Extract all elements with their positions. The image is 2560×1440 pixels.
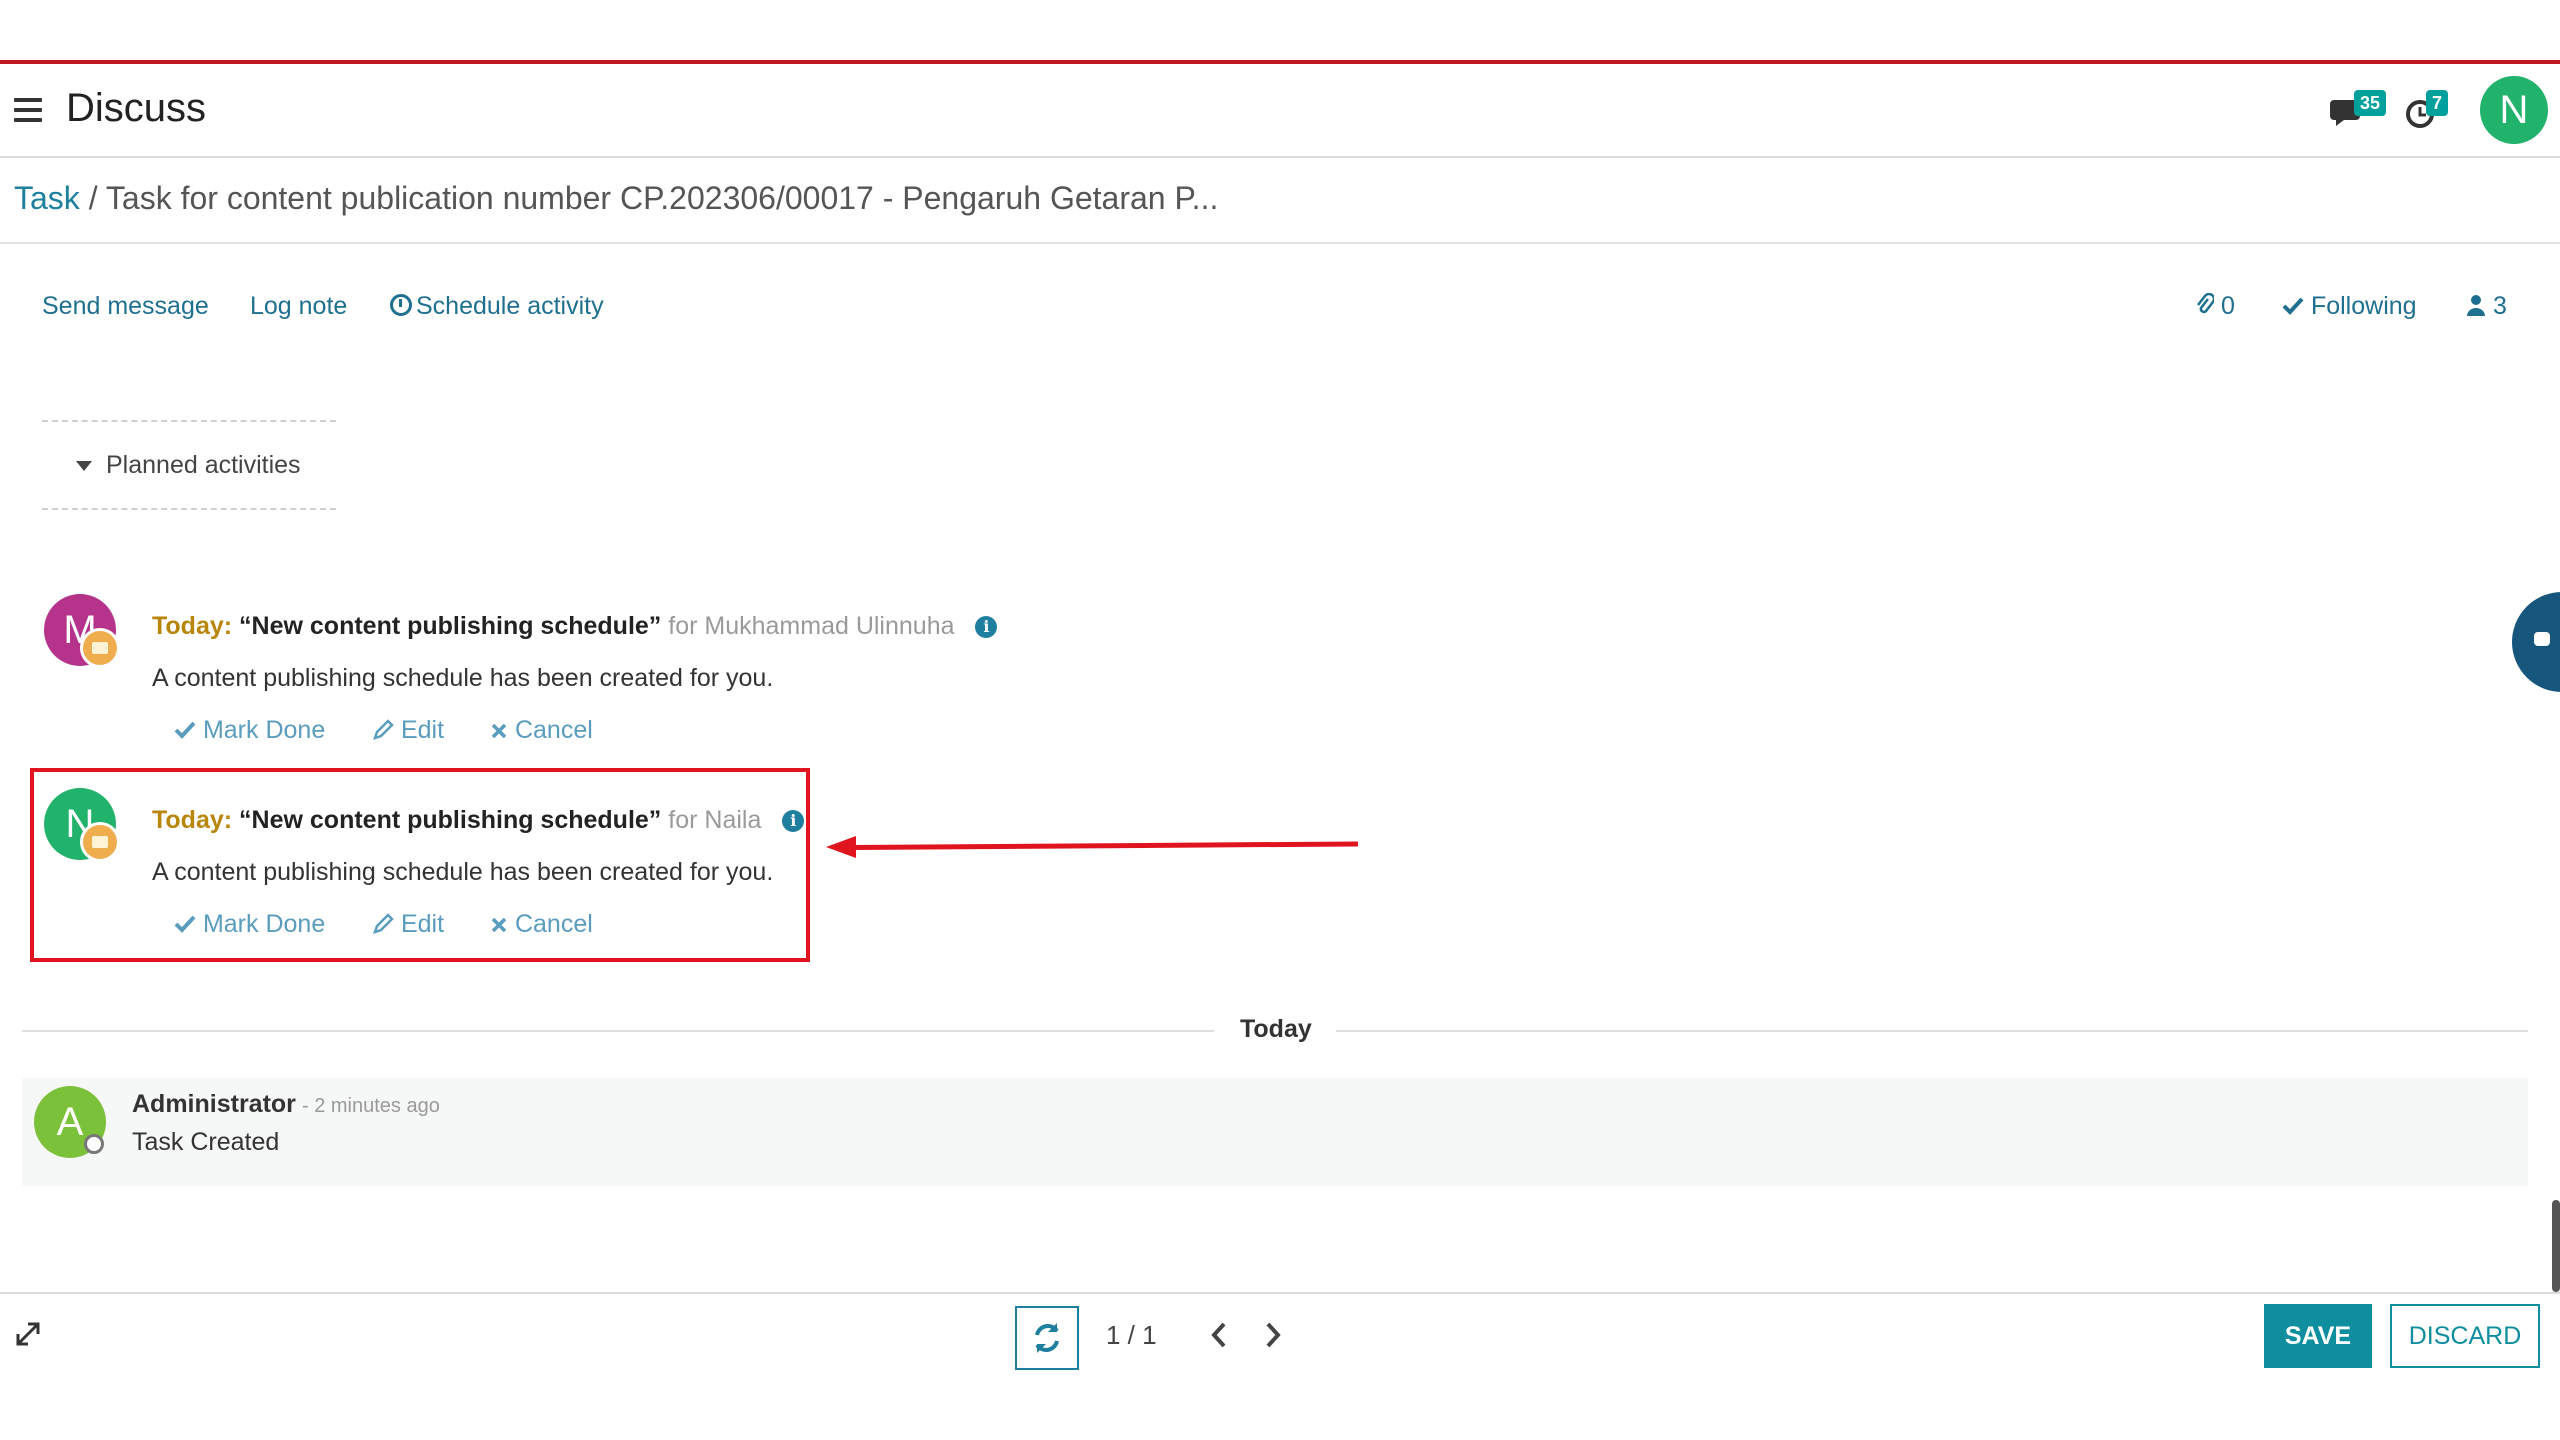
- person-icon: [2467, 295, 2485, 316]
- activities-button[interactable]: 7: [2404, 90, 2464, 136]
- mark-done-label: Mark Done: [202, 910, 326, 938]
- status-icon: [84, 1134, 104, 1154]
- hamburger-icon[interactable]: [14, 98, 42, 122]
- attachments-button[interactable]: 0: [2196, 292, 2235, 321]
- cancel-label: Cancel: [514, 910, 593, 938]
- activities-badge: 7: [2426, 90, 2449, 116]
- chevron-right-icon[interactable]: [1258, 1318, 1288, 1352]
- mark-done-button[interactable]: Mark Done: [174, 716, 325, 745]
- edit-button[interactable]: Edit: [372, 910, 444, 939]
- breadcrumb-divider: [0, 242, 2560, 244]
- edit-label: Edit: [400, 716, 445, 744]
- activity-description: A content publishing schedule has been c…: [152, 858, 774, 886]
- discard-button[interactable]: DISCARD: [2390, 1304, 2540, 1368]
- check-icon: [174, 915, 196, 933]
- message-body: Task Created: [132, 1128, 280, 1156]
- messages-badge: 35: [2354, 90, 2387, 116]
- date-separator: Today: [1240, 1015, 1312, 1043]
- following-label: Following: [2310, 292, 2417, 320]
- cancel-button[interactable]: Cancel: [490, 910, 593, 939]
- scrollbar-thumb[interactable]: [2552, 1200, 2560, 1292]
- edit-button[interactable]: Edit: [372, 716, 444, 745]
- user-avatar[interactable]: N: [2480, 76, 2548, 144]
- footer-divider: [0, 1292, 2560, 1294]
- mark-done-button[interactable]: Mark Done: [174, 910, 325, 939]
- activity-due: Today:: [152, 612, 233, 640]
- breadcrumb-separator: /: [79, 180, 106, 216]
- navbar: Discuss 35 7 N: [0, 64, 2560, 158]
- breadcrumb-parent-link[interactable]: Task: [14, 180, 80, 216]
- paperclip-icon: [2197, 292, 2216, 314]
- separator-line: [1336, 1030, 2528, 1032]
- activity-type-icon: [80, 628, 120, 668]
- activity-assignee: for Mukhammad Ulinnuha: [668, 612, 955, 640]
- annotation-arrow: [849, 841, 1359, 850]
- cancel-button[interactable]: Cancel: [490, 716, 593, 745]
- activity-title: “New content publishing schedule”: [239, 612, 662, 640]
- activity-title: “New content publishing schedule”: [239, 806, 662, 834]
- x-icon: [491, 723, 507, 739]
- expand-icon[interactable]: [14, 1320, 42, 1348]
- send-message-button[interactable]: Send message: [42, 292, 209, 321]
- caret-down-icon[interactable]: [76, 461, 92, 471]
- followers-count: 3: [2492, 292, 2507, 320]
- app-title: Discuss: [66, 86, 207, 130]
- chevron-left-icon[interactable]: [1204, 1318, 1234, 1352]
- attachments-count: 0: [2220, 292, 2235, 320]
- annotation-arrow-head: [826, 836, 856, 858]
- mark-done-label: Mark Done: [202, 716, 326, 744]
- separator-line: [22, 1030, 1214, 1032]
- activity-due: Today:: [152, 806, 233, 834]
- breadcrumb: Task / Task for content publication numb…: [14, 180, 1218, 217]
- cancel-label: Cancel: [514, 716, 593, 744]
- activity-header: Today: “New content publishing schedule”…: [152, 612, 998, 641]
- message-author[interactable]: Administrator: [132, 1090, 296, 1119]
- following-button[interactable]: Following: [2282, 292, 2417, 321]
- check-icon: [2282, 297, 2304, 315]
- message-timestamp: - 2 minutes ago: [302, 1095, 440, 1117]
- x-icon: [491, 917, 507, 933]
- info-icon[interactable]: i: [782, 810, 805, 832]
- chat-bubble-icon[interactable]: [2512, 592, 2560, 692]
- activity-type-icon: [80, 822, 120, 862]
- refresh-button[interactable]: [1015, 1306, 1079, 1370]
- activity-header: Today: “New content publishing schedule”…: [152, 806, 805, 835]
- log-note-button[interactable]: Log note: [250, 292, 347, 321]
- activity-description: A content publishing schedule has been c…: [152, 664, 774, 692]
- schedule-activity-label: Schedule activity: [416, 292, 604, 320]
- schedule-activity-button[interactable]: Schedule activity: [390, 292, 604, 321]
- pencil-icon: [373, 719, 394, 740]
- edit-label: Edit: [400, 910, 445, 938]
- pencil-icon: [373, 913, 394, 934]
- planned-activities-toggle[interactable]: Planned activities: [106, 451, 301, 480]
- messages-button[interactable]: 35: [2330, 90, 2390, 136]
- activity-assignee: for Naila: [668, 806, 762, 834]
- info-icon[interactable]: i: [975, 616, 998, 638]
- pager-value[interactable]: 1 / 1: [1106, 1320, 1157, 1351]
- clock-icon: [390, 294, 412, 316]
- breadcrumb-current: Task for content publication number CP.2…: [105, 180, 1219, 216]
- check-icon: [174, 721, 196, 739]
- save-button[interactable]: SAVE: [2264, 1304, 2372, 1368]
- refresh-icon: [1035, 1323, 1059, 1353]
- followers-button[interactable]: 3: [2466, 292, 2507, 321]
